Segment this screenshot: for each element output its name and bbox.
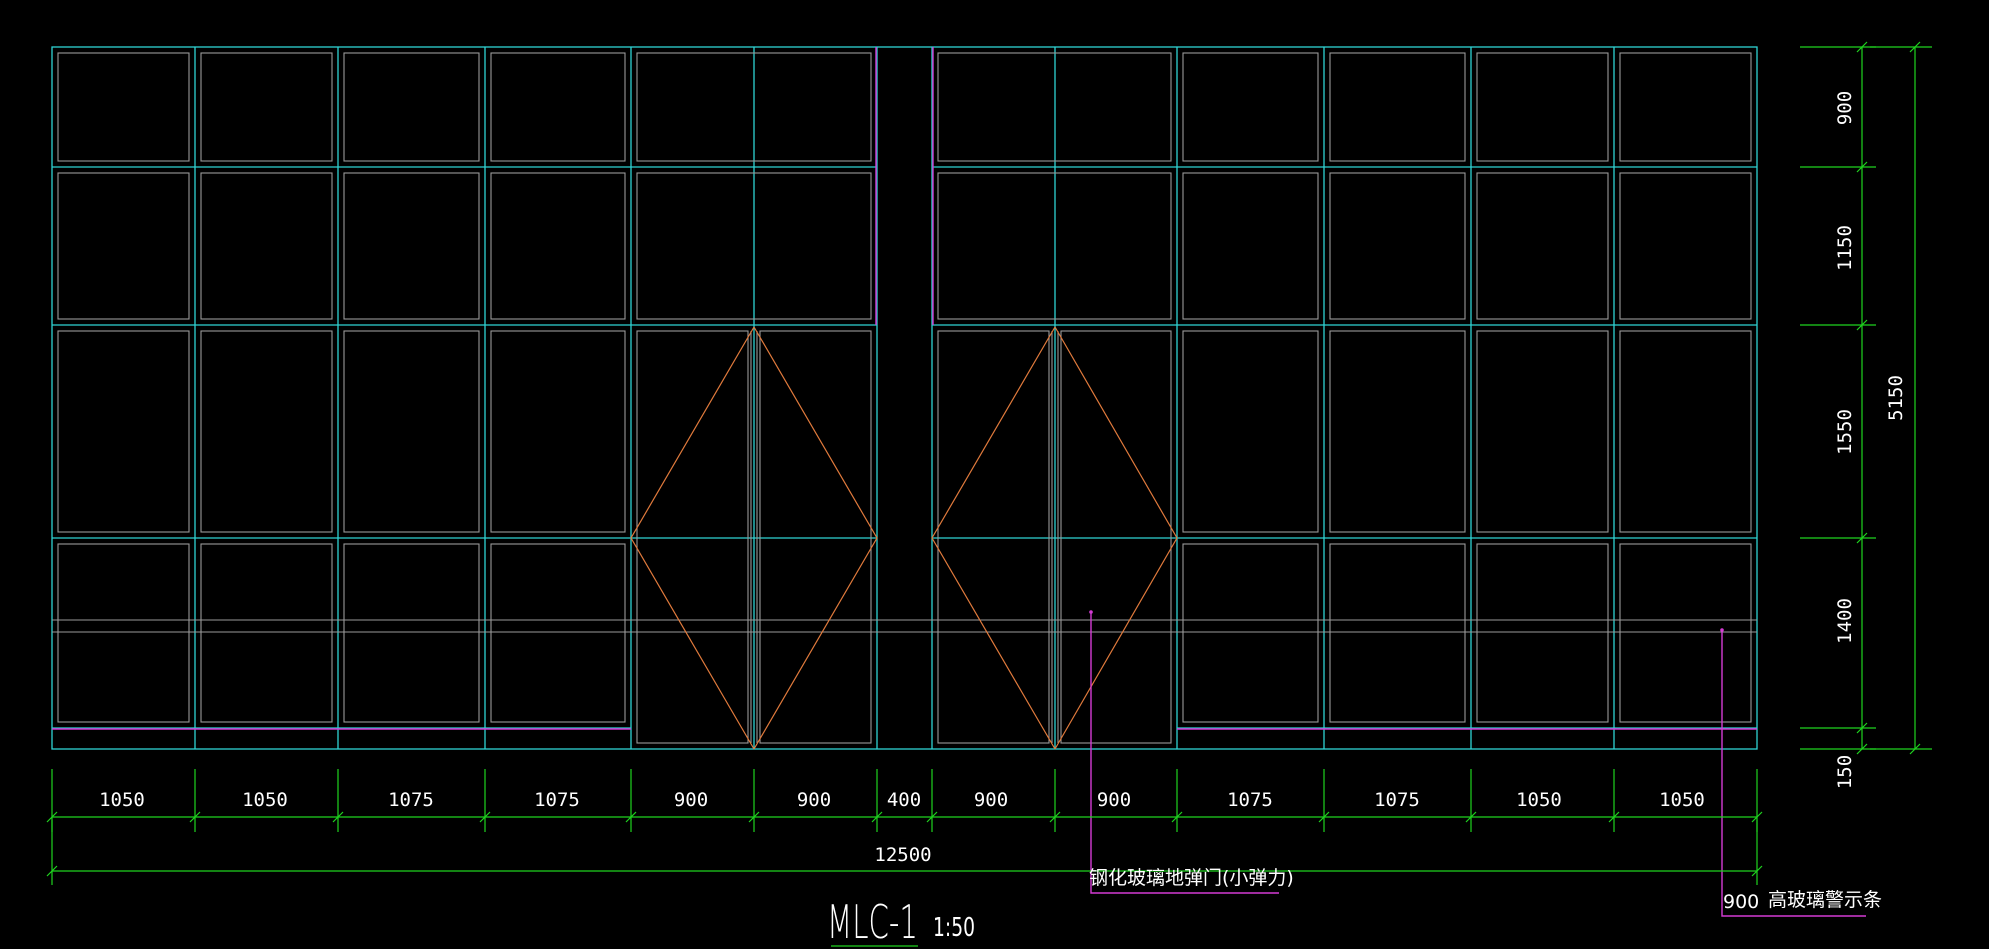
glass-panel	[343, 52, 480, 162]
leader-dot	[1089, 610, 1093, 614]
drawing-scale: 1:50	[933, 913, 975, 943]
elevation-drawing: 1050 1050 1075 1075 900 900 400 900 900 …	[46, 41, 1932, 949]
dim-label-v: 1550	[1834, 409, 1856, 455]
dim-label-h: 900	[797, 789, 831, 811]
glass-panel	[1329, 330, 1466, 533]
glass-panels	[52, 52, 1757, 744]
dim-label-v: 1150	[1834, 225, 1856, 271]
dim-label-h: 1050	[242, 789, 288, 811]
curtain-wall-frame	[51, 46, 1758, 750]
dim-label-h: 1050	[1516, 789, 1562, 811]
dim-label-h: 1075	[1374, 789, 1420, 811]
glass-panel	[1329, 543, 1466, 723]
dim-label-h: 1075	[388, 789, 434, 811]
glass-panel	[57, 52, 190, 162]
glass-panel	[200, 330, 333, 533]
glass-panel	[1182, 543, 1319, 723]
door-note-leader	[1090, 612, 1279, 894]
vertical-dimension-labels: 900 1150 1550 1400 150 5150	[1834, 91, 1907, 789]
glass-note: 高玻璃警示条	[1768, 889, 1882, 911]
glass-note-prefix: 900	[1723, 891, 1759, 913]
dim-label-v: 150	[1834, 755, 1856, 789]
horizontal-dimension-labels: 1050 1050 1075 1075 900 900 400 900 900 …	[99, 789, 1705, 866]
dim-label-total-v: 5150	[1885, 375, 1907, 421]
glass-panel	[490, 52, 626, 162]
dimension-lines	[46, 41, 1932, 885]
glass-panel	[490, 330, 626, 533]
dim-label-h: 1075	[1227, 789, 1273, 811]
glass-panel	[1476, 330, 1609, 533]
glass-panel	[490, 543, 626, 723]
glass-panel	[57, 330, 190, 533]
glass-panel	[57, 543, 190, 723]
glass-panel	[1329, 52, 1466, 162]
glass-panel	[200, 543, 333, 723]
leader-dot	[1720, 628, 1724, 632]
dim-label-h: 1075	[534, 789, 580, 811]
glass-panel	[57, 172, 190, 320]
glass-panel	[1476, 543, 1609, 723]
door-glass-panel	[937, 330, 1050, 744]
dim-label-h: 1050	[1659, 789, 1705, 811]
glass-panel	[343, 330, 480, 533]
glass-panel	[200, 172, 333, 320]
glass-panel	[200, 52, 333, 162]
glass-panel	[1182, 330, 1319, 533]
door-note: 钢化玻璃地弹门(小弹力)	[1089, 867, 1294, 889]
glass-panel	[1476, 172, 1609, 320]
dim-label-v: 1400	[1834, 598, 1856, 644]
glass-panel	[1619, 52, 1752, 162]
glass-panel	[1476, 52, 1609, 162]
glass-panel	[1619, 172, 1752, 320]
glass-panel	[1182, 52, 1319, 162]
drawing-title: MLC-1	[827, 895, 918, 949]
dim-label-h: 900	[974, 789, 1008, 811]
glass-panel	[343, 543, 480, 723]
glass-panel	[1619, 543, 1752, 723]
glass-panel	[343, 172, 480, 320]
dim-label-h: 400	[887, 789, 921, 811]
door-glass-panel	[1060, 330, 1172, 744]
door-glass-panel	[636, 330, 749, 744]
door-glass-panel	[759, 330, 872, 744]
glass-panel	[1329, 172, 1466, 320]
dim-label-h: 1050	[99, 789, 145, 811]
glass-panel	[1182, 172, 1319, 320]
outer-frame	[51, 46, 1758, 750]
glass-panel	[490, 172, 626, 320]
dim-label-h: 900	[674, 789, 708, 811]
dim-label-total-h: 12500	[874, 844, 931, 866]
dim-label-h: 900	[1097, 789, 1131, 811]
glass-panel	[1619, 330, 1752, 533]
annotation-leaders	[52, 47, 1866, 917]
dim-label-v: 900	[1834, 91, 1856, 125]
